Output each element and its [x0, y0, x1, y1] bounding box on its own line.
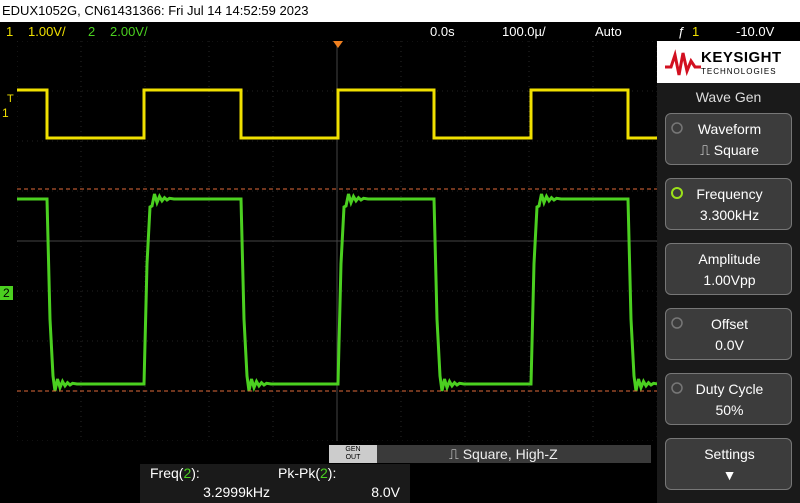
- softkey-label: Frequency: [696, 186, 763, 202]
- keysight-wave-icon: [665, 49, 701, 77]
- ch1-scale[interactable]: 1.00V/: [28, 22, 66, 41]
- softkey-value: 50%: [715, 402, 744, 418]
- title-text: EDUX1052G, CN61431366: Fri Jul 14 14:52:…: [2, 3, 309, 18]
- measurement-panel[interactable]: Freq(2): 3.2999kHz Pk-Pk(2): 8.0V: [140, 464, 410, 503]
- keysight-logo: KEYSIGHT TECHNOLOGIES: [657, 41, 800, 83]
- gen-out-badge: GEN OUT: [329, 445, 377, 463]
- ch1-number[interactable]: 1: [6, 22, 13, 41]
- time-scale[interactable]: 100.0µ/: [502, 22, 546, 41]
- ch1-trace: [17, 88, 657, 140]
- softkey-value: 1.00Vpp: [703, 272, 756, 288]
- softkey-panel: KEYSIGHT TECHNOLOGIES Wave Gen Waveform …: [657, 41, 800, 503]
- duty-cycle-softkey[interactable]: Duty Cycle 50%: [665, 373, 792, 425]
- chevron-down-icon: ▼: [722, 467, 737, 483]
- trigger-level[interactable]: -10.0V: [736, 22, 774, 41]
- softkey-value: 0.0V: [715, 337, 744, 353]
- ch2-scale[interactable]: 2.00V/: [110, 22, 148, 41]
- ch2-number[interactable]: 2: [88, 22, 95, 41]
- wavegen-status[interactable]: GEN OUT ⎍ Square, High-Z: [329, 445, 651, 463]
- settings-softkey[interactable]: Settings ▼: [665, 438, 792, 490]
- meas-freq-value: 3.2999kHz: [203, 484, 270, 500]
- softkey-label: Offset: [710, 316, 749, 332]
- softkey-label: Waveform: [697, 121, 762, 137]
- brand-name: KEYSIGHT: [701, 49, 782, 66]
- ch1-ground-marker[interactable]: 1: [2, 106, 9, 120]
- trigger-source[interactable]: 1: [692, 22, 699, 41]
- wavegen-summary: ⎍ Square, High-Z: [449, 446, 558, 462]
- softkey-label: Settings: [704, 446, 755, 462]
- meas-pkpk-label: Pk-Pk(2):: [278, 465, 337, 481]
- waveform-display: [17, 41, 657, 441]
- amplitude-softkey[interactable]: Amplitude 1.00Vpp: [665, 243, 792, 295]
- softkey-label: Amplitude: [698, 251, 761, 267]
- softkey-value: ⎍ Square: [700, 142, 759, 158]
- meas-pkpk-value: 8.0V: [371, 484, 400, 500]
- meas-freq-label: Freq(2):: [150, 465, 200, 481]
- out-label: OUT: [345, 454, 361, 461]
- trigger-slope-icon: ƒ: [678, 24, 686, 39]
- trigger-position-marker[interactable]: [333, 41, 343, 48]
- gen-label: GEN: [345, 446, 361, 453]
- softkey-label: Duty Cycle: [695, 381, 764, 397]
- brand-sub: TECHNOLOGIES: [701, 67, 777, 76]
- waveform-softkey[interactable]: Waveform ⎍ Square: [665, 113, 792, 165]
- status-bar: 1 1.00V/ 2 2.00V/ 0.0s 100.0µ/ Auto ƒ 1 …: [0, 22, 800, 41]
- ch2-ground-marker[interactable]: 2: [0, 286, 13, 300]
- panel-title: Wave Gen: [695, 89, 762, 105]
- title-bar: EDUX1052G, CN61431366: Fri Jul 14 14:52:…: [0, 0, 800, 22]
- frequency-softkey[interactable]: Frequency 3.300kHz: [665, 178, 792, 230]
- bottom-bar: GEN OUT ⎍ Square, High-Z Freq(2): 3.2999…: [0, 441, 657, 503]
- offset-softkey[interactable]: Offset 0.0V: [665, 308, 792, 360]
- trigger-level-marker[interactable]: T: [7, 93, 14, 105]
- trigger-mode[interactable]: Auto: [595, 22, 622, 41]
- waveform-svg: [17, 41, 657, 441]
- time-delay[interactable]: 0.0s: [430, 22, 455, 41]
- softkey-value: 3.300kHz: [699, 207, 760, 223]
